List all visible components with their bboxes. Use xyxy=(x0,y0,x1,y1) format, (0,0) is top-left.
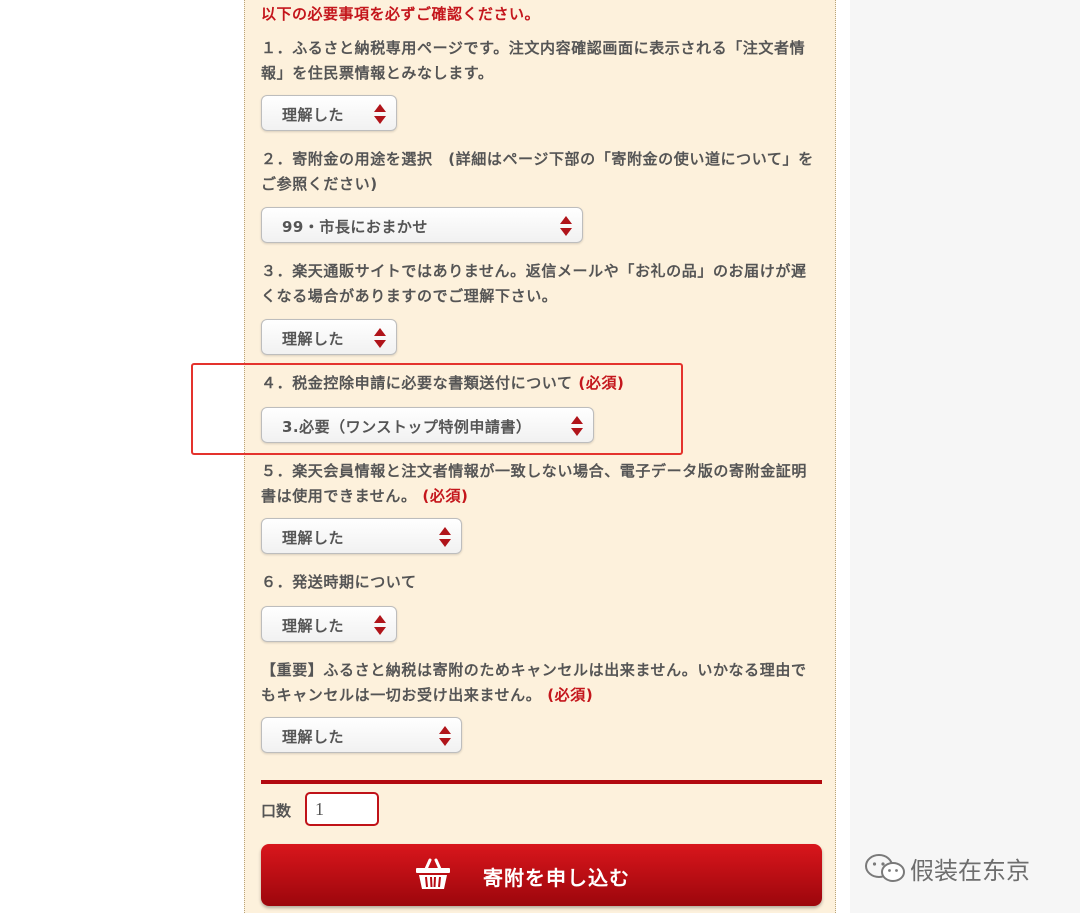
select-arrows-icon xyxy=(374,104,386,124)
basket-icon xyxy=(416,858,450,889)
item-5-label: ５．楽天会員情報と注文者情報が一致しない場合、電子データ版の寄附金証明書は使用で… xyxy=(261,459,821,509)
item-5-selected-value: 理解した xyxy=(282,529,345,547)
item-4-label: ４．税金控除申請に必要な書類送付について (必須) xyxy=(261,371,821,396)
item-6-text: ６．発送時期について xyxy=(261,573,417,591)
select-arrows-icon xyxy=(439,527,451,547)
submit-button-label: 寄附を申し込む xyxy=(483,868,630,890)
item-4-text: ４．税金控除申請に必要な書類送付について xyxy=(261,374,573,392)
important-select[interactable]: 理解した xyxy=(261,717,462,753)
important-selected-value: 理解した xyxy=(282,728,345,746)
wechat-icon xyxy=(865,854,905,882)
item-3-select[interactable]: 理解した xyxy=(261,319,397,355)
required-mark: (必須) xyxy=(422,487,469,505)
submit-donation-button[interactable]: 寄附を申し込む xyxy=(261,844,822,906)
item-6-selected-value: 理解した xyxy=(282,617,345,635)
required-mark: (必須) xyxy=(578,374,625,392)
item-2-text: ２．寄附金の用途を選択 (詳細はページ下部の「寄附金の使い道について」をご参照く… xyxy=(261,150,814,193)
quantity-input[interactable] xyxy=(305,792,379,826)
item-4-selected-value: 3.必要（ワンストップ特例申請書） xyxy=(282,418,532,436)
select-arrows-icon xyxy=(374,615,386,635)
important-text: 【重要】ふるさと納税は寄附のためキャンセルは出来ません。いかなる理由でもキャンセ… xyxy=(261,661,807,704)
item-5-text: ５．楽天会員情報と注文者情報が一致しない場合、電子データ版の寄附金証明書は使用で… xyxy=(261,462,808,505)
form-panel xyxy=(244,0,836,913)
quantity-label: 口数 xyxy=(261,802,292,820)
item-2-select[interactable]: 99・市長におまかせ xyxy=(261,207,583,243)
required-mark: (必須) xyxy=(547,686,594,704)
right-margin-area xyxy=(850,0,1080,913)
item-1-text: １．ふるさと納税専用ページです。注文内容確認画面に表示される「注文者情報」を住民… xyxy=(261,39,806,82)
item-1-selected-value: 理解した xyxy=(282,106,345,124)
notice-heading: 以下の必要事項を必ずご確認ください。 xyxy=(261,5,541,23)
select-arrows-icon xyxy=(571,416,583,436)
select-arrows-icon xyxy=(439,726,451,746)
select-arrows-icon xyxy=(560,216,572,236)
item-1-select[interactable]: 理解した xyxy=(261,95,397,131)
item-5-select[interactable]: 理解した xyxy=(261,518,462,554)
important-label: 【重要】ふるさと納税は寄附のためキャンセルは出来ません。いかなる理由でもキャンセ… xyxy=(261,658,821,708)
watermark-text: 假装在东京 xyxy=(910,857,1030,885)
select-arrows-icon xyxy=(374,328,386,348)
divider-rule xyxy=(261,780,822,784)
item-4-select[interactable]: 3.必要（ワンストップ特例申請書） xyxy=(261,407,594,443)
item-2-selected-value: 99・市長におまかせ xyxy=(282,218,428,236)
item-3-selected-value: 理解した xyxy=(282,330,345,348)
item-6-select[interactable]: 理解した xyxy=(261,606,397,642)
item-3-text: ３．楽天通販サイトではありません。返信メールや「お礼の品」のお届けが遅くなる場合… xyxy=(261,262,807,305)
